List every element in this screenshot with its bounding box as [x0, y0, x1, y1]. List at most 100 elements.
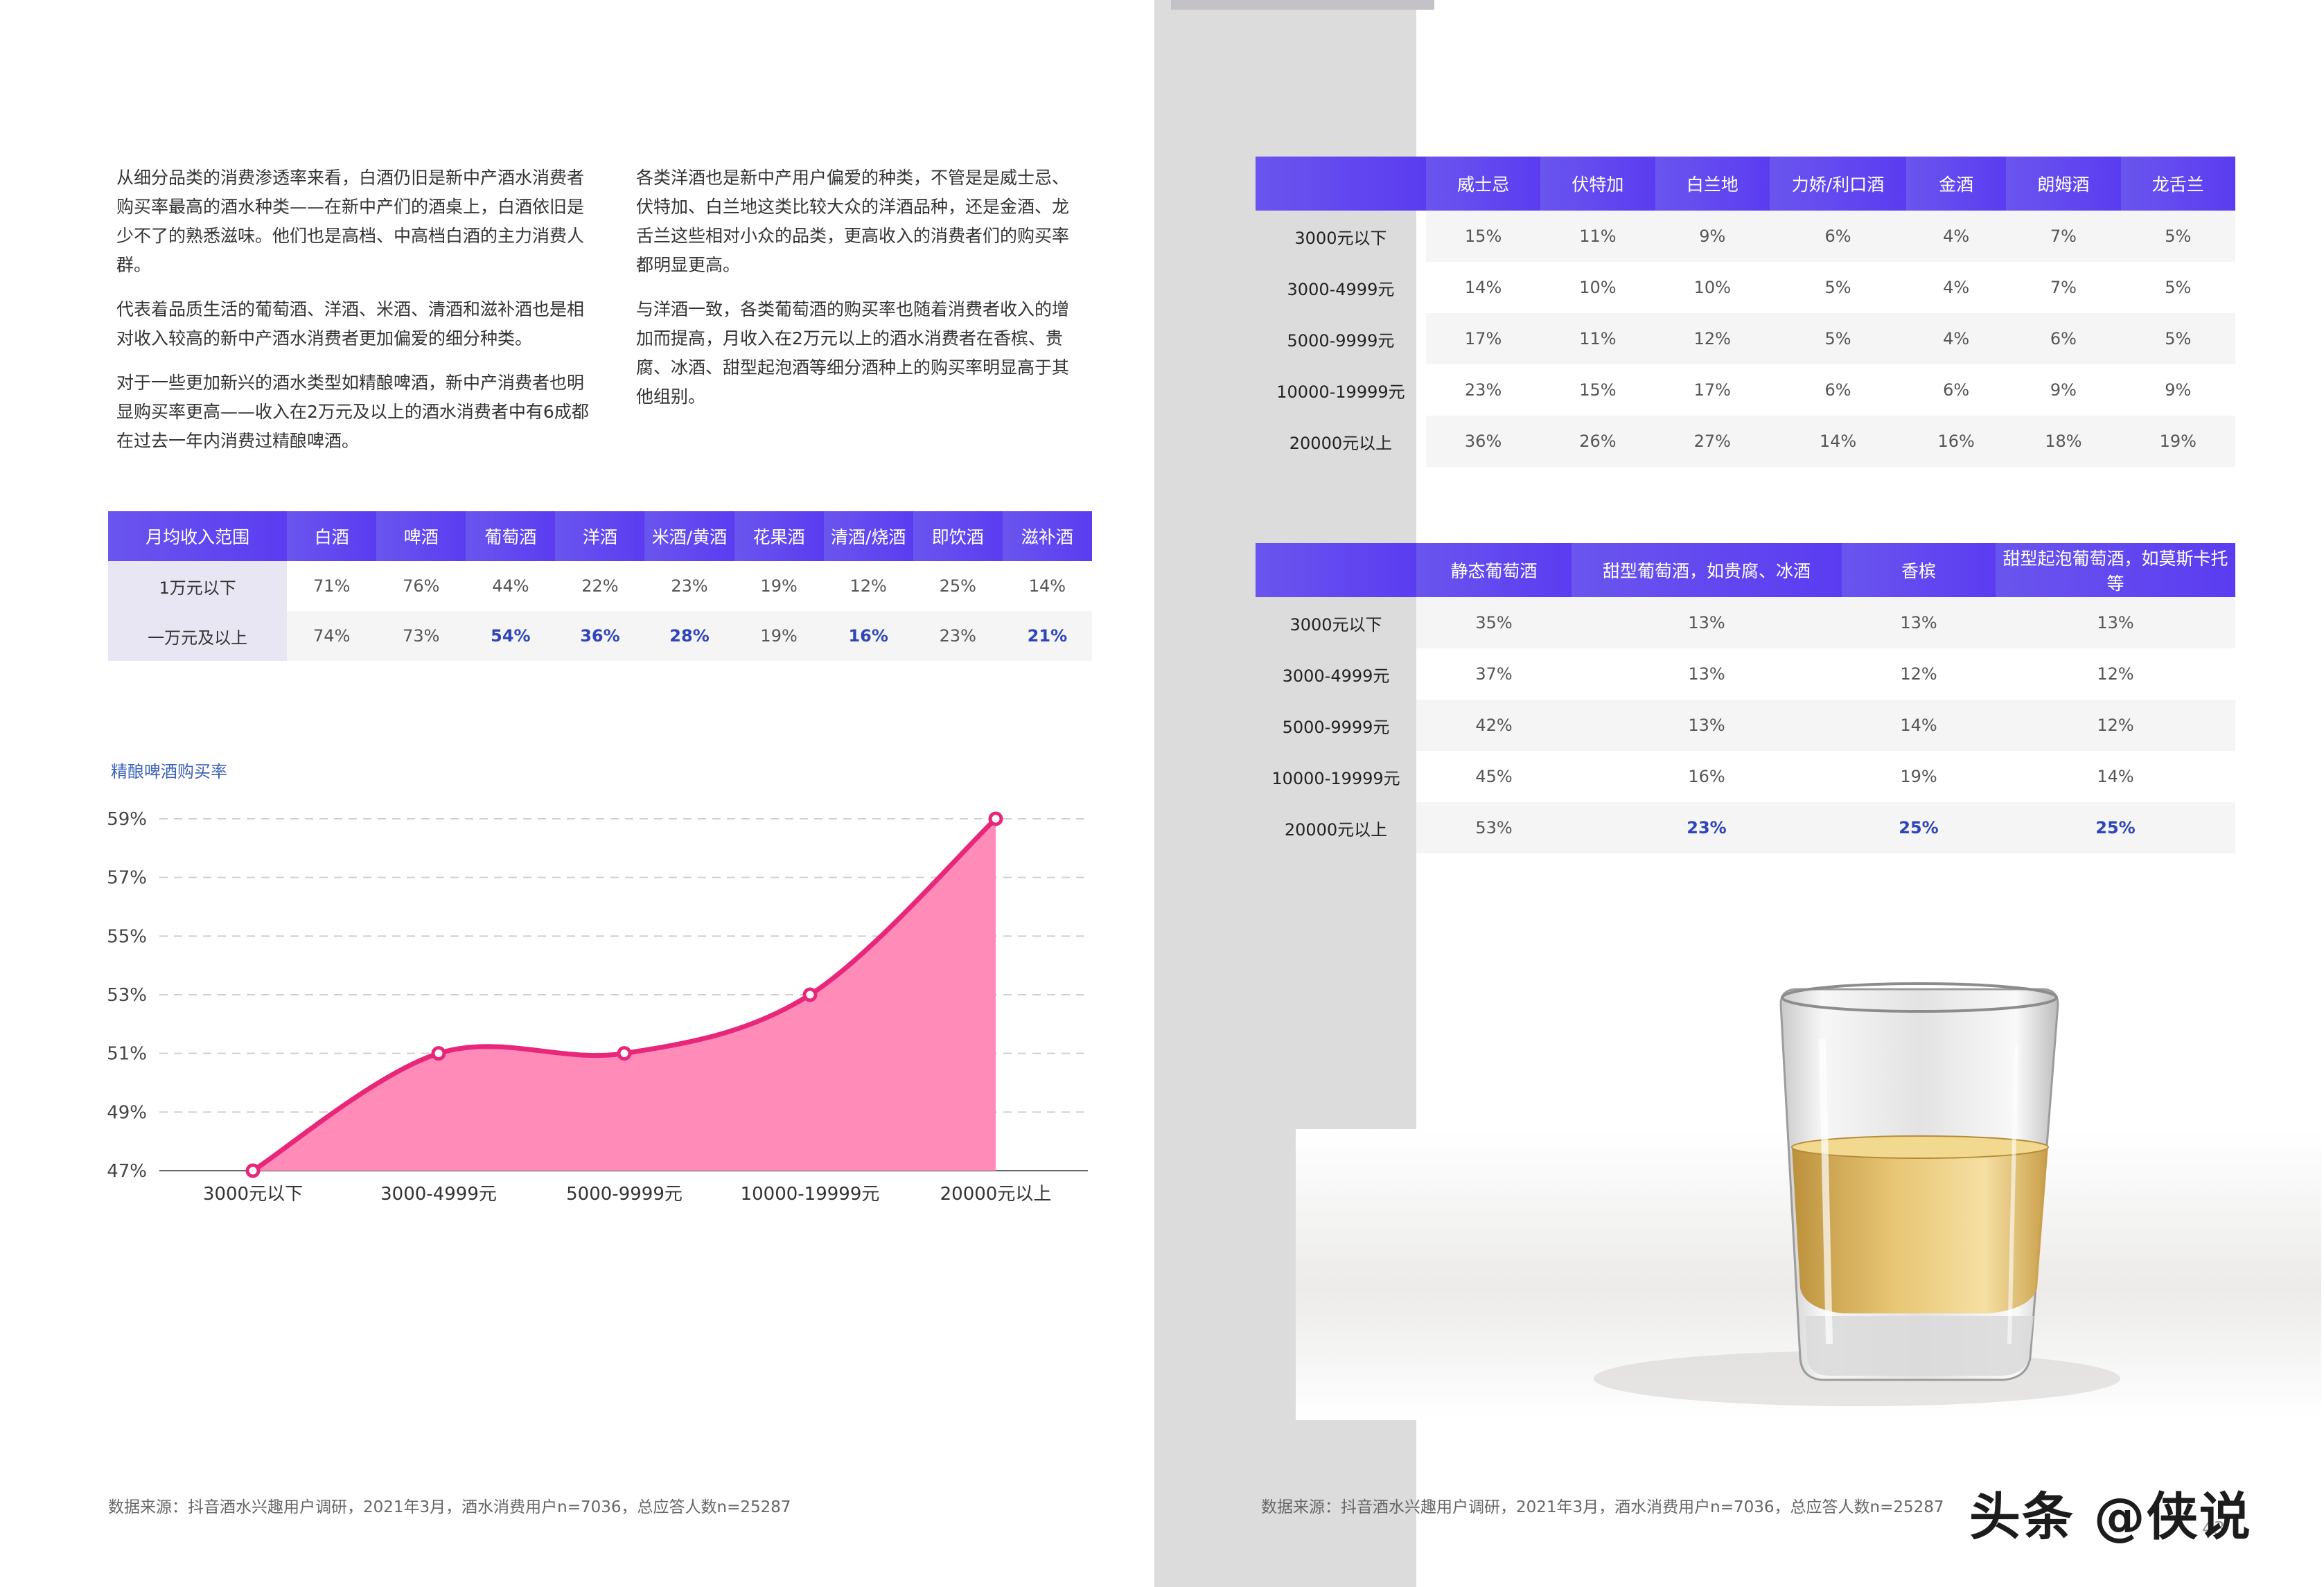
table-cell: 6%	[1769, 211, 1907, 262]
table-header-row: 静态葡萄酒 甜型葡萄酒，如贵腐、冰酒 香槟 甜型起泡葡萄酒，如莫斯卡托等	[1256, 543, 2235, 597]
header-cell: 花果酒	[734, 511, 824, 561]
x-tick-label: 10000-19999元	[741, 1184, 880, 1205]
paragraph: 代表着品质生活的葡萄酒、洋酒、米酒、清酒和滋补酒也是相 对收入较高的新中产酒水消…	[116, 299, 585, 348]
table-cell: 17%	[1425, 313, 1541, 364]
table-cell: 12%	[823, 561, 913, 611]
header-cell: 香槟	[1842, 543, 1996, 597]
header-cell: 洋酒	[555, 511, 645, 561]
wine-purchase-table: 静态葡萄酒 甜型葡萄酒，如贵腐、冰酒 香槟 甜型起泡葡萄酒，如莫斯卡托等 300…	[1256, 543, 2235, 853]
table-cell-highlight: 16%	[823, 611, 913, 661]
table-cell: 13%	[1996, 597, 2235, 648]
table-cell-highlight: 54%	[466, 611, 556, 661]
table-row: 10000-19999元 23% 15% 17% 6% 6% 9% 9%	[1256, 364, 2235, 416]
header-cell: 白兰地	[1655, 157, 1770, 211]
table-cell: 35%	[1416, 597, 1572, 648]
table-cell: 5%	[1769, 313, 1907, 364]
data-source-note: 数据来源：抖音酒水兴趣用户调研，2021年3月，酒水消费用户n=7036，总应答…	[108, 1498, 791, 1516]
table-cell: 13%	[1572, 648, 1842, 700]
table-cell: 27%	[1655, 416, 1770, 467]
header-cell	[1256, 543, 1416, 597]
y-tick-label: 55%	[107, 926, 147, 947]
data-point	[617, 1046, 632, 1061]
paragraph: 对于一些更加新兴的酒水类型如精酿啤酒，新中产消费者也明 显购买率更高——收入在2…	[116, 373, 589, 451]
table-cell-highlight: 36%	[555, 611, 645, 661]
header-cell: 威士忌	[1425, 157, 1541, 211]
table-cell: 45%	[1416, 751, 1572, 802]
table-cell: 74%	[287, 611, 377, 661]
table-cell: 19%	[1842, 751, 1996, 802]
row-label: 5000-9999元	[1287, 330, 1395, 351]
table-cell: 53%	[1416, 802, 1572, 853]
table-cell: 12%	[1996, 700, 2235, 751]
data-point	[245, 1163, 261, 1178]
table-cell: 9%	[2120, 364, 2235, 416]
x-tick-label: 20000元以上	[940, 1184, 1052, 1205]
text-column-1: 从细分品类的消费渗透率来看，白酒仍旧是新中产酒水消费者 购买率最高的酒水种类——…	[116, 163, 615, 471]
table-cell-highlight: 21%	[1002, 611, 1092, 661]
table-cell: 42%	[1416, 700, 1572, 751]
header-cell: 葡萄酒	[466, 511, 556, 561]
x-tick-label: 5000-9999元	[566, 1184, 683, 1205]
table-cell: 76%	[376, 561, 466, 611]
text-column-2: 各类洋酒也是新中产用户偏爱的种类，不管是是威士忌、 伏特加、白兰地这类比较大众的…	[636, 163, 1121, 427]
table-row: 1万元以下 71% 76% 44% 22% 23% 19% 12% 25% 14…	[108, 561, 1092, 611]
table-row: 一万元及以上 74% 73% 54% 36% 28% 19% 16% 23% 2…	[108, 611, 1092, 661]
data-source-note: 数据来源：抖音酒水兴趣用户调研，2021年3月，酒水消费用户n=7036，总应答…	[1261, 1498, 1944, 1516]
watermark-text: 头条 @侠说	[1969, 1487, 2252, 1547]
data-point	[988, 811, 1003, 826]
data-point	[431, 1046, 446, 1061]
header-cell: 即饮酒	[913, 511, 1003, 561]
table-cell: 7%	[2006, 211, 2121, 262]
table-cell: 14%	[1769, 416, 1907, 467]
header-cell: 龙舌兰	[2120, 157, 2235, 211]
table-cell: 23%	[644, 561, 734, 611]
y-tick-label: 59%	[107, 809, 147, 830]
row-label: 10000-19999元	[1276, 382, 1405, 402]
table-cell: 14%	[1996, 751, 2235, 802]
table-cell-highlight: 28%	[644, 611, 734, 661]
header-cell: 滋补酒	[1002, 511, 1092, 561]
table-cell: 5%	[1769, 262, 1907, 313]
header-cell: 白酒	[287, 511, 377, 561]
table-header-row: 月均收入范围 白酒 啤酒 葡萄酒 洋酒 米酒/黄酒 花果酒 清酒/烧酒 即饮酒 …	[108, 511, 1092, 561]
x-tick-label: 3000元以下	[203, 1184, 303, 1205]
table-cell: 12%	[1655, 313, 1770, 364]
page-gutter-top	[1171, 0, 1434, 10]
table-cell: 11%	[1540, 211, 1655, 262]
header-cell: 米酒/黄酒	[644, 511, 734, 561]
table-cell: 15%	[1540, 364, 1655, 416]
table-cell: 6%	[1906, 364, 2007, 416]
table-cell: 19%	[734, 561, 824, 611]
table-cell: 37%	[1416, 648, 1572, 700]
table-cell: 10%	[1540, 262, 1655, 313]
row-label: 3000元以下	[1289, 614, 1382, 635]
table-cell: 14%	[1842, 700, 1996, 751]
table-cell: 11%	[1540, 313, 1655, 364]
table-cell: 5%	[2120, 313, 2235, 364]
table-cell: 7%	[2006, 262, 2121, 313]
table-cell: 4%	[1906, 211, 2007, 262]
table-cell: 9%	[2006, 364, 2121, 416]
table-cell: 16%	[1572, 751, 1842, 802]
table-cell: 4%	[1906, 262, 2007, 313]
table-cell: 13%	[1572, 700, 1842, 751]
header-cell: 静态葡萄酒	[1416, 543, 1572, 597]
table-cell-highlight: 25%	[1996, 802, 2235, 853]
table-cell: 5%	[2120, 211, 2235, 262]
table-cell: 6%	[1769, 364, 1907, 416]
table-cell: 12%	[1996, 648, 2235, 700]
row-label: 3000-4999元	[1287, 279, 1395, 299]
y-tick-label: 47%	[107, 1161, 147, 1182]
table-header-row: 威士忌 伏特加 白兰地 力娇/利口酒 金酒 朗姆酒 龙舌兰	[1256, 157, 2235, 211]
header-cell: 啤酒	[376, 511, 466, 561]
table-row: 5000-9999元 17% 11% 12% 5% 4% 6% 5%	[1256, 313, 2235, 364]
whiskey-glass-photo	[1296, 982, 2321, 1420]
y-tick-label: 57%	[107, 868, 147, 889]
table-cell: 18%	[2006, 416, 2121, 467]
table-cell: 19%	[734, 611, 824, 661]
row-label: 3000-4999元	[1282, 666, 1390, 686]
header-cell: 清酒/烧酒	[823, 511, 913, 561]
craft-beer-area-chart: 47% 49% 51% 53% 55% 57% 59% 3000元以下 3000-4999元 50…	[107, 809, 1088, 1205]
row-label: 1万元以下	[108, 561, 288, 611]
table-cell: 15%	[1425, 211, 1541, 262]
